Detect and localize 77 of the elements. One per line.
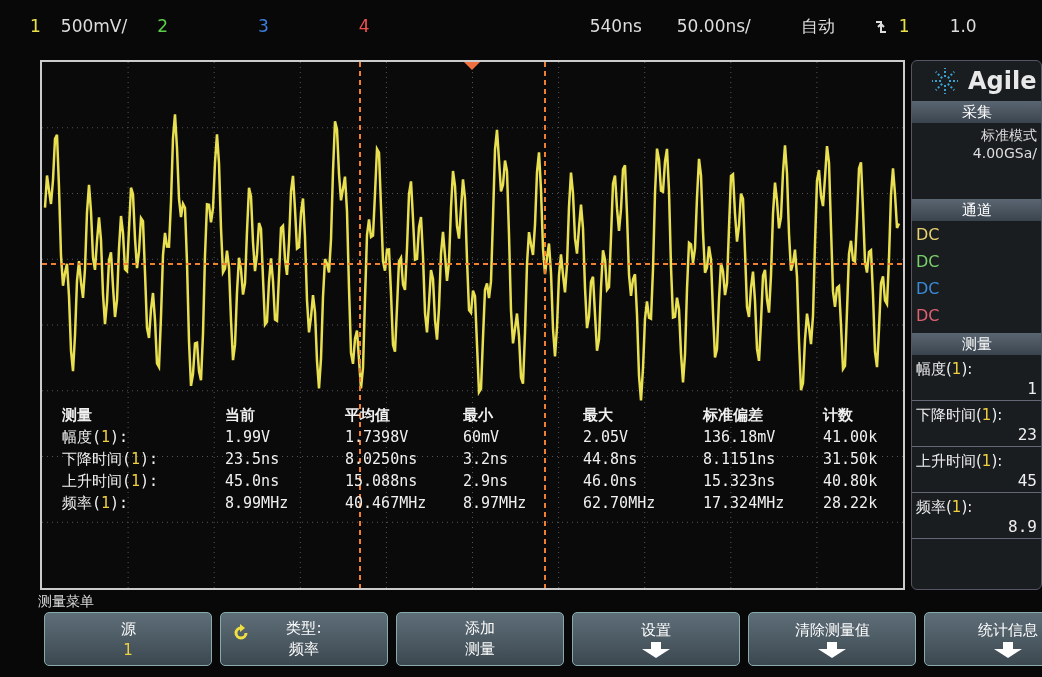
down-arrow-icon xyxy=(641,641,671,658)
measurement-value: 8.9 xyxy=(1008,517,1037,536)
measurement-value: 23 xyxy=(1017,425,1037,444)
down-arrow-icon xyxy=(993,641,1023,658)
measurement-label: 下降时间(1): xyxy=(916,405,1004,425)
measurement-value: 45.0ns xyxy=(225,471,281,491)
menu-title: 测量菜单 xyxy=(38,592,95,611)
measurement-value: 8.97MHz xyxy=(463,493,528,513)
trigger-position-icon xyxy=(464,62,480,70)
column-header: 当前 xyxy=(225,405,256,425)
measurement-value: 15.088ns xyxy=(345,471,419,491)
measurement-label: 上升时间(1): xyxy=(916,451,1004,471)
cursor-line[interactable] xyxy=(359,62,361,588)
measurement-value: 40.467MHz xyxy=(345,493,428,513)
measurement-value: 15.323ns xyxy=(703,471,777,491)
softkey-button[interactable]: 源 1 xyxy=(44,612,212,666)
channel-number[interactable]: 2 xyxy=(157,16,169,36)
measurement-value: 2.9ns xyxy=(463,471,510,491)
softkey-button[interactable]: 清除测量值 xyxy=(748,612,916,666)
measurement-value: 41.00k xyxy=(823,427,879,447)
softkey-button[interactable]: 类型: 频率 xyxy=(220,612,388,666)
section-header: 采集 xyxy=(912,101,1041,123)
trigger-source: 1 xyxy=(898,16,910,36)
channel-number[interactable]: 1 xyxy=(30,16,41,36)
measurement-label: 幅度(1): xyxy=(916,359,974,379)
channel-coupling: DC xyxy=(916,306,941,325)
column-header: 标准偏差 xyxy=(703,405,764,425)
column-header: 计数 xyxy=(823,405,854,425)
down-arrow-icon xyxy=(817,641,847,658)
brand-name: Agile xyxy=(968,67,1037,95)
channel-coupling: DC xyxy=(916,252,941,271)
measurement-value: 17.324MHz xyxy=(703,493,786,513)
softkey-button[interactable]: 添加 测量 xyxy=(396,612,564,666)
starburst-logo-icon xyxy=(930,66,960,96)
measurement-value: 46.0ns xyxy=(583,471,639,491)
trigger-mode: 自动 xyxy=(800,14,835,38)
acquisition-mode: 标准模式 xyxy=(981,127,1037,145)
measurement-value: 8.1151ns xyxy=(703,449,777,469)
measurement-value: 44.8ns xyxy=(583,449,639,469)
measurement-value: 3.2ns xyxy=(463,449,510,469)
measurement-value: 136.18mV xyxy=(703,427,777,447)
measurement-value: 23.5ns xyxy=(225,449,281,469)
measurement-value: 8.0250ns xyxy=(345,449,419,469)
measurement-label: 上升时间(1): xyxy=(62,471,160,491)
measurement-label: 频率(1): xyxy=(916,497,974,517)
measurement-value: 1 xyxy=(1027,379,1037,398)
column-header: 最小 xyxy=(463,405,494,425)
channel-number[interactable]: 4 xyxy=(358,16,370,36)
measurement-value: 31.50k xyxy=(823,449,879,469)
cursor-line[interactable] xyxy=(544,62,546,588)
channel-number[interactable]: 3 xyxy=(258,16,269,36)
measurement-value: 1.7398V xyxy=(345,427,410,447)
softkey-button[interactable]: 统计信息 xyxy=(924,612,1042,666)
sample-rate: 4.00GSa/ xyxy=(972,145,1037,161)
channel-coupling: DC xyxy=(916,225,941,244)
section-header: 通道 xyxy=(912,199,1041,221)
column-header: 测量 xyxy=(62,405,93,425)
measurement-value: 40.80k xyxy=(823,471,879,491)
measurement-value: 60mV xyxy=(463,427,501,447)
measurement-value: 62.70MHz xyxy=(583,493,657,513)
measurement-value: 45 xyxy=(1017,471,1037,490)
section-header: 测量 xyxy=(912,333,1041,355)
trigger-level: 1.0 xyxy=(949,16,977,36)
timebase-scale: 50.00ns/ xyxy=(676,16,751,36)
measurement-label: 幅度(1): xyxy=(62,427,130,447)
trigger-delay: 540ns xyxy=(589,16,642,36)
column-header: 最大 xyxy=(583,405,614,425)
measurement-value: 1.99V xyxy=(225,427,272,447)
measurement-label: 频率(1): xyxy=(62,493,130,513)
measurement-value: 8.99MHz xyxy=(225,493,290,513)
measurement-value: 2.05V xyxy=(583,427,630,447)
column-header: 平均值 xyxy=(345,405,391,425)
measurement-value: 28.22k xyxy=(823,493,879,513)
softkey-button[interactable]: 设置 xyxy=(572,612,740,666)
measurement-label: 下降时间(1): xyxy=(62,449,160,469)
vertical-scale: 500mV/ xyxy=(60,16,128,36)
channel-coupling: DC xyxy=(916,279,941,298)
